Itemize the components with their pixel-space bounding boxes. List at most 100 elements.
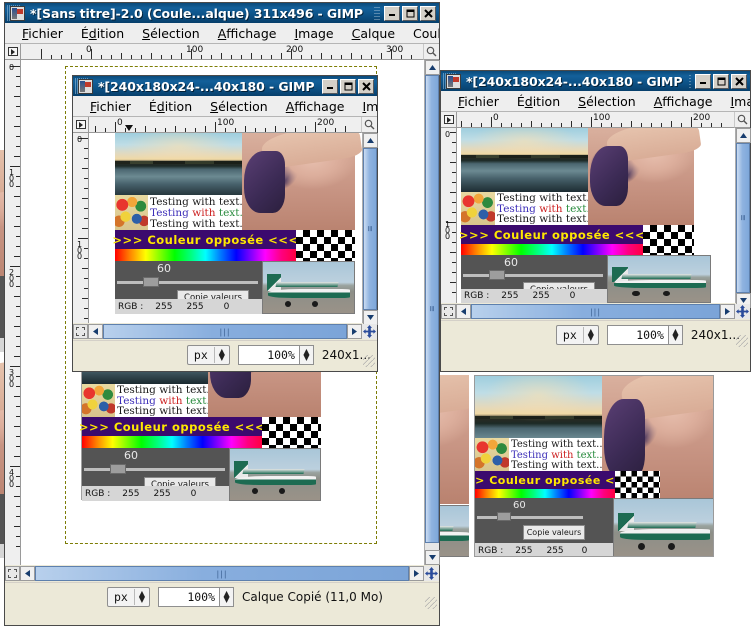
menu-image[interactable]: Image	[285, 26, 342, 41]
main-scroll-thumb-vertical[interactable]: ≡	[425, 75, 439, 543]
main-vertical-ruler[interactable]: 0 100 200 300 400	[5, 60, 21, 565]
right-zoom-fit-icon[interactable]	[734, 112, 750, 128]
main-unit-selector[interactable]: px ▲ ▼	[107, 587, 151, 607]
scroll-right-icon[interactable]	[409, 566, 424, 581]
close-icon[interactable]	[731, 73, 748, 89]
inner-zoom-fit-icon[interactable]	[361, 117, 377, 133]
main-horizontal-ruler[interactable]: 0 100 200 300	[21, 44, 423, 60]
scroll-right-icon[interactable]	[720, 304, 735, 319]
menu-couleurs[interactable]: Couleurs	[404, 26, 439, 41]
inner-navigation-icon[interactable]	[362, 324, 377, 339]
inner-unit-selector[interactable]: px ▲ ▼	[186, 345, 230, 365]
right-resize-grip[interactable]	[736, 335, 748, 347]
scroll-right-icon[interactable]	[347, 324, 362, 339]
main-quickmask-toggle[interactable]	[5, 566, 20, 581]
right-canvas[interactable]: Testing with text... Testing with text..…	[457, 128, 735, 303]
right-scroll-thumb-horizontal[interactable]: |||	[471, 304, 720, 319]
right-unit-spinner-icon[interactable]: ▲ ▼	[584, 328, 598, 341]
right-scroll-thumb-vertical[interactable]: ≡	[736, 143, 750, 293]
inner-resize-grip[interactable]	[363, 355, 375, 367]
menu-selection[interactable]: Sélection	[569, 94, 645, 109]
scroll-up-icon[interactable]	[363, 133, 378, 148]
inner-window-menubar[interactable]: Fichier Édition Sélection Affichage Imag…	[73, 96, 377, 117]
main-window-titlebar[interactable]: *[Sans titre]-2.0 (Coule...alque) 311x49…	[5, 3, 439, 23]
minimize-icon[interactable]	[322, 78, 338, 94]
main-vertical-scrollbar[interactable]: ≡	[424, 60, 440, 565]
gimp-wilber-icon	[10, 5, 25, 21]
main-zoom-spinner-icon[interactable]: ▲ ▼	[220, 587, 235, 607]
right-ruler-corner-button[interactable]	[441, 112, 457, 128]
right-vertical-scrollbar[interactable]: ≡	[735, 128, 751, 308]
main-window-menubar[interactable]: Fichier Édition Sélection Affichage Imag…	[5, 23, 439, 44]
main-scroll-track-vertical[interactable]	[425, 543, 439, 550]
menu-edition[interactable]: Édition	[72, 26, 133, 41]
right-vertical-ruler[interactable]: 0 100	[441, 128, 457, 303]
scroll-down-icon[interactable]	[425, 550, 440, 565]
main-window-controls[interactable]	[384, 5, 437, 21]
inner-vertical-ruler[interactable]: 0 100	[73, 133, 89, 323]
menu-affichage[interactable]: Affichage	[277, 99, 354, 114]
inner-vertical-scrollbar[interactable]: ≡	[362, 133, 378, 325]
close-icon[interactable]	[420, 5, 436, 21]
menu-image[interactable]: Image	[353, 99, 377, 114]
scroll-left-icon[interactable]	[20, 566, 35, 581]
right-zoom-spinner-icon[interactable]: ▲ ▼	[668, 325, 683, 345]
inner-zoom-value[interactable]: 100%	[237, 345, 300, 365]
scroll-left-icon[interactable]	[456, 304, 471, 319]
right-quickmask-toggle[interactable]	[441, 304, 456, 319]
main-zoom-fit-icon[interactable]	[423, 44, 439, 60]
menu-calque[interactable]: Calque	[343, 26, 404, 41]
right-window-menubar[interactable]: Fichier Édition Sélection Affichage Imag…	[441, 91, 750, 112]
right-horizontal-scrollbar[interactable]: |||	[456, 304, 735, 319]
maximize-icon[interactable]	[340, 78, 356, 94]
main-ruler-corner-button[interactable]	[5, 44, 21, 60]
right-window-controls[interactable]	[695, 73, 748, 89]
inner-horizontal-ruler[interactable]: 0 100 200	[89, 117, 361, 133]
maximize-icon[interactable]	[402, 5, 418, 21]
right-unit-selector[interactable]: px ▲ ▼	[555, 325, 599, 345]
menu-selection[interactable]: Sélection	[133, 26, 209, 41]
scroll-up-icon[interactable]	[736, 128, 751, 143]
inner-horizontal-scrollbar[interactable]: |||	[88, 324, 362, 339]
right-window-titlebar[interactable]: *[240x180x24-...40x180 - GIMP	[441, 71, 750, 91]
inner-ruler-corner-button[interactable]	[73, 117, 89, 133]
main-horizontal-scrollbar[interactable]: |||	[20, 566, 424, 581]
ruler-position-marker	[125, 125, 133, 131]
main-scroll-thumb-horizontal[interactable]: |||	[35, 566, 409, 581]
menu-selection[interactable]: Sélection	[201, 99, 277, 114]
right-navigation-icon[interactable]	[735, 304, 750, 319]
menu-image[interactable]: Image	[721, 94, 750, 109]
menu-fichier[interactable]: Fichier	[13, 26, 72, 41]
main-unit-spinner-icon[interactable]: ▲ ▼	[135, 590, 149, 603]
menu-affichage[interactable]: Affichage	[645, 94, 722, 109]
right-zoom-value[interactable]: 100%	[606, 325, 669, 345]
right-image-window[interactable]: *[240x180x24-...40x180 - GIMP Fichier Éd…	[440, 70, 751, 372]
minimize-icon[interactable]	[384, 5, 400, 21]
menu-edition[interactable]: Édition	[508, 94, 569, 109]
scroll-left-icon[interactable]	[88, 324, 103, 339]
maximize-icon[interactable]	[713, 73, 730, 89]
menu-fichier[interactable]: Fichier	[81, 99, 140, 114]
inner-quickmask-toggle[interactable]	[73, 324, 88, 339]
inner-unit-spinner-icon[interactable]: ▲ ▼	[215, 348, 229, 361]
main-navigation-icon[interactable]	[424, 566, 439, 581]
menu-affichage[interactable]: Affichage	[209, 26, 286, 41]
inner-scroll-thumb-vertical[interactable]: ≡	[363, 148, 377, 310]
inner-unit-value: px	[193, 348, 208, 362]
right-horizontal-ruler[interactable]: 0 100 200	[457, 112, 734, 128]
close-icon[interactable]	[358, 78, 374, 94]
main-status-message: Calque Copié (11,0 Mo)	[242, 590, 383, 604]
main-resize-grip[interactable]	[425, 597, 437, 609]
scroll-down-icon[interactable]	[363, 310, 378, 325]
inner-zoom-spinner-icon[interactable]: ▲ ▼	[299, 345, 314, 365]
minimize-icon[interactable]	[695, 73, 712, 89]
menu-fichier[interactable]: Fichier	[449, 94, 508, 109]
scroll-up-icon[interactable]	[425, 60, 440, 75]
inner-window-titlebar[interactable]: *[240x180x24-...40x180 - GIMP	[73, 76, 377, 96]
inner-canvas[interactable]: Testing with text... Testing with text..…	[89, 133, 362, 323]
inner-scroll-thumb-horizontal[interactable]: |||	[103, 324, 347, 339]
main-zoom-value[interactable]: 100%	[158, 587, 221, 607]
menu-edition[interactable]: Édition	[140, 99, 201, 114]
inner-window-controls[interactable]	[322, 78, 375, 94]
inner-image-window[interactable]: *[240x180x24-...40x180 - GIMP Fichier Éd…	[72, 75, 378, 372]
